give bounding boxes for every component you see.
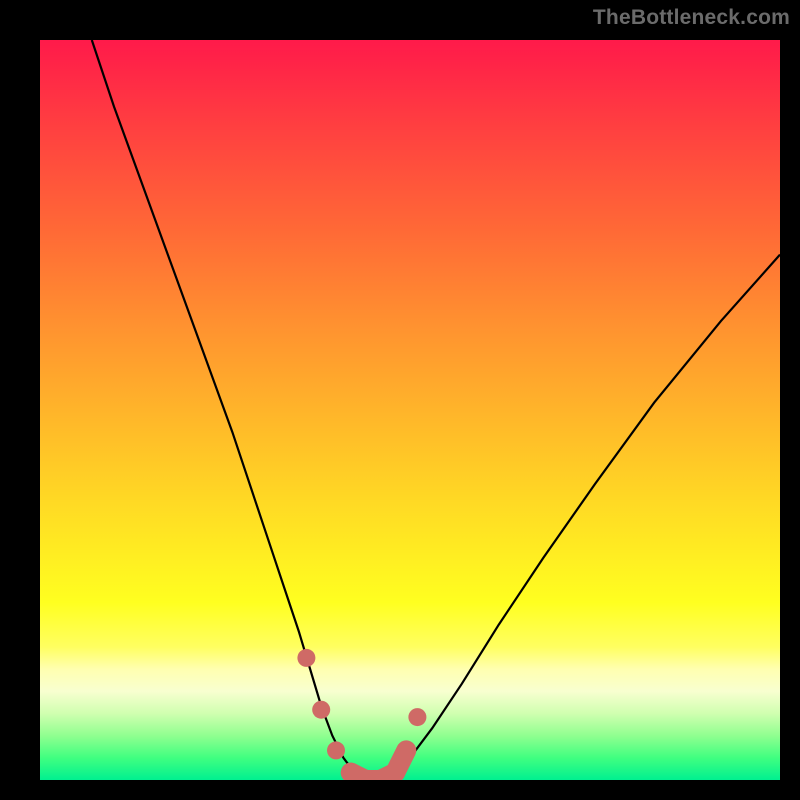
chart-svg	[40, 40, 780, 780]
watermark-text: TheBottleneck.com	[593, 6, 790, 30]
sweet-spot-markers	[297, 649, 426, 780]
chart-plot-area	[40, 40, 780, 780]
bottleneck-curve	[92, 40, 780, 780]
chart-frame: TheBottleneck.com	[0, 0, 800, 800]
